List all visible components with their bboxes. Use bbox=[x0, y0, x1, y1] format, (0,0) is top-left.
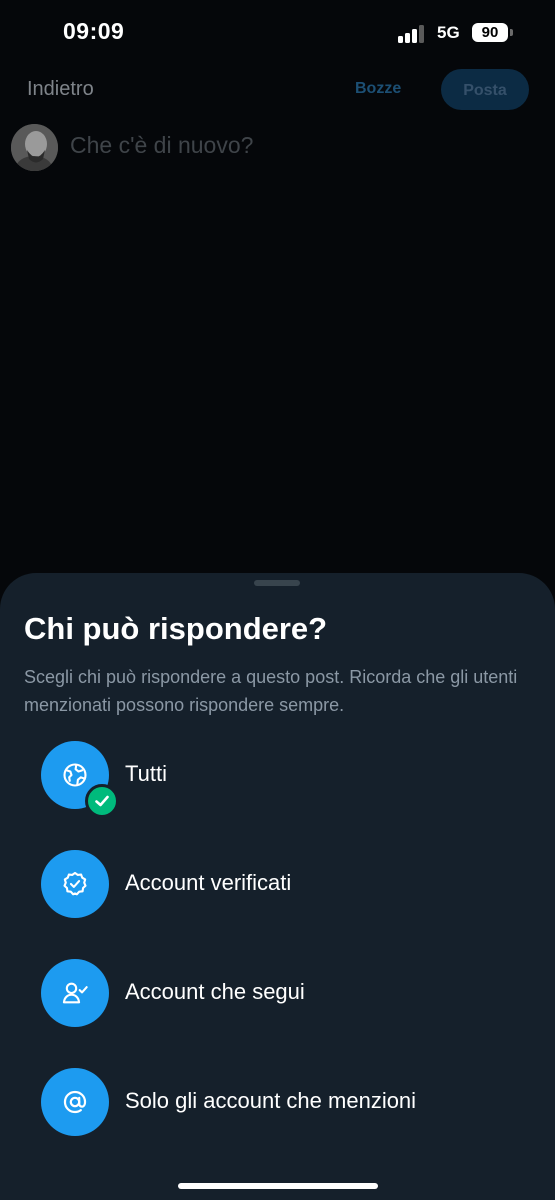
reply-option-mentioned[interactable]: Solo gli account che menzioni bbox=[0, 1068, 555, 1158]
sheet-subtitle: Scegli chi può rispondere a questo post.… bbox=[24, 667, 518, 715]
at-sign-icon bbox=[41, 1068, 109, 1136]
compose-input[interactable]: Che c'è di nuovo? bbox=[70, 132, 253, 159]
reply-settings-sheet: Chi può rispondere? Scegli chi può rispo… bbox=[0, 573, 555, 1200]
battery-cap bbox=[510, 29, 513, 36]
composer-header: Indietro Bozze Posta bbox=[0, 66, 555, 112]
drafts-button[interactable]: Bozze bbox=[355, 80, 401, 98]
screen: 09:09 5G 90 Indietro Bozze Posta Che c'è… bbox=[0, 0, 555, 1200]
battery-level: 90 bbox=[481, 24, 499, 41]
reply-option-everyone[interactable]: Tutti bbox=[0, 741, 555, 831]
network-type: 5G bbox=[437, 23, 460, 42]
home-indicator[interactable] bbox=[178, 1183, 378, 1189]
avatar bbox=[11, 124, 58, 171]
status-time: 09:09 bbox=[63, 18, 125, 44]
status-bar: 09:09 5G 90 bbox=[0, 0, 555, 66]
post-button[interactable]: Posta bbox=[441, 69, 529, 110]
battery-icon: 90 bbox=[472, 23, 508, 42]
back-button[interactable]: Indietro bbox=[27, 78, 94, 101]
selected-check-icon bbox=[85, 784, 119, 818]
cellular-signal-icon bbox=[398, 23, 428, 43]
reply-option-verified[interactable]: Account verificati bbox=[0, 850, 555, 940]
reply-option-label: Tutti bbox=[125, 761, 167, 786]
reply-option-following[interactable]: Account che segui bbox=[0, 959, 555, 1049]
verified-badge-icon bbox=[41, 850, 109, 918]
person-check-icon bbox=[41, 959, 109, 1027]
reply-option-label: Solo gli account che menzioni bbox=[125, 1088, 417, 1113]
sheet-grabber[interactable] bbox=[254, 580, 300, 586]
reply-option-label: Account verificati bbox=[125, 870, 292, 895]
reply-option-label: Account che segui bbox=[125, 979, 305, 1004]
sheet-title: Chi può rispondere? bbox=[24, 611, 328, 646]
